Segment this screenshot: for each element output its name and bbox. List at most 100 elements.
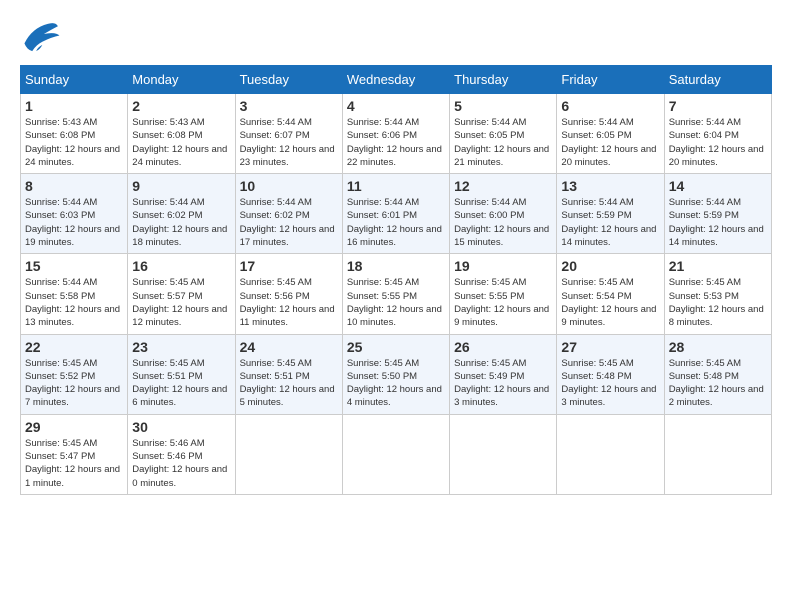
calendar-cell: 6 Sunrise: 5:44 AMSunset: 6:05 PMDayligh… bbox=[557, 94, 664, 174]
calendar-cell: 9 Sunrise: 5:44 AMSunset: 6:02 PMDayligh… bbox=[128, 174, 235, 254]
page-header bbox=[20, 20, 772, 55]
header-thursday: Thursday bbox=[450, 66, 557, 94]
calendar-cell: 19 Sunrise: 5:45 AMSunset: 5:55 PMDaylig… bbox=[450, 254, 557, 334]
header-wednesday: Wednesday bbox=[342, 66, 449, 94]
header-saturday: Saturday bbox=[664, 66, 771, 94]
calendar-header-row: SundayMondayTuesdayWednesdayThursdayFrid… bbox=[21, 66, 772, 94]
day-info: Sunrise: 5:45 AMSunset: 5:51 PMDaylight:… bbox=[132, 358, 227, 409]
day-number: 30 bbox=[132, 419, 230, 435]
day-info: Sunrise: 5:44 AMSunset: 6:05 PMDaylight:… bbox=[454, 117, 549, 168]
calendar-cell: 14 Sunrise: 5:44 AMSunset: 5:59 PMDaylig… bbox=[664, 174, 771, 254]
calendar-week-3: 15 Sunrise: 5:44 AMSunset: 5:58 PMDaylig… bbox=[21, 254, 772, 334]
day-info: Sunrise: 5:44 AMSunset: 6:05 PMDaylight:… bbox=[561, 117, 656, 168]
calendar-cell bbox=[342, 414, 449, 494]
day-info: Sunrise: 5:45 AMSunset: 5:52 PMDaylight:… bbox=[25, 358, 120, 409]
calendar-cell: 5 Sunrise: 5:44 AMSunset: 6:05 PMDayligh… bbox=[450, 94, 557, 174]
day-info: Sunrise: 5:45 AMSunset: 5:48 PMDaylight:… bbox=[561, 358, 656, 409]
day-number: 6 bbox=[561, 98, 659, 114]
calendar-cell: 23 Sunrise: 5:45 AMSunset: 5:51 PMDaylig… bbox=[128, 334, 235, 414]
day-number: 19 bbox=[454, 258, 552, 274]
day-number: 26 bbox=[454, 339, 552, 355]
calendar-week-2: 8 Sunrise: 5:44 AMSunset: 6:03 PMDayligh… bbox=[21, 174, 772, 254]
calendar-week-1: 1 Sunrise: 5:43 AMSunset: 6:08 PMDayligh… bbox=[21, 94, 772, 174]
day-info: Sunrise: 5:45 AMSunset: 5:48 PMDaylight:… bbox=[669, 358, 764, 409]
day-number: 3 bbox=[240, 98, 338, 114]
day-number: 16 bbox=[132, 258, 230, 274]
day-info: Sunrise: 5:44 AMSunset: 5:59 PMDaylight:… bbox=[561, 197, 656, 248]
day-number: 14 bbox=[669, 178, 767, 194]
day-info: Sunrise: 5:45 AMSunset: 5:55 PMDaylight:… bbox=[454, 277, 549, 328]
day-info: Sunrise: 5:45 AMSunset: 5:50 PMDaylight:… bbox=[347, 358, 442, 409]
calendar-cell: 16 Sunrise: 5:45 AMSunset: 5:57 PMDaylig… bbox=[128, 254, 235, 334]
calendar-cell: 21 Sunrise: 5:45 AMSunset: 5:53 PMDaylig… bbox=[664, 254, 771, 334]
day-info: Sunrise: 5:45 AMSunset: 5:57 PMDaylight:… bbox=[132, 277, 227, 328]
calendar-cell bbox=[235, 414, 342, 494]
day-info: Sunrise: 5:44 AMSunset: 6:00 PMDaylight:… bbox=[454, 197, 549, 248]
day-number: 4 bbox=[347, 98, 445, 114]
calendar-cell: 20 Sunrise: 5:45 AMSunset: 5:54 PMDaylig… bbox=[557, 254, 664, 334]
calendar-cell: 22 Sunrise: 5:45 AMSunset: 5:52 PMDaylig… bbox=[21, 334, 128, 414]
day-number: 27 bbox=[561, 339, 659, 355]
calendar-cell: 25 Sunrise: 5:45 AMSunset: 5:50 PMDaylig… bbox=[342, 334, 449, 414]
day-number: 25 bbox=[347, 339, 445, 355]
day-info: Sunrise: 5:43 AMSunset: 6:08 PMDaylight:… bbox=[132, 117, 227, 168]
day-info: Sunrise: 5:44 AMSunset: 6:07 PMDaylight:… bbox=[240, 117, 335, 168]
day-number: 13 bbox=[561, 178, 659, 194]
day-info: Sunrise: 5:45 AMSunset: 5:47 PMDaylight:… bbox=[25, 438, 120, 489]
header-sunday: Sunday bbox=[21, 66, 128, 94]
calendar-cell: 17 Sunrise: 5:45 AMSunset: 5:56 PMDaylig… bbox=[235, 254, 342, 334]
day-number: 28 bbox=[669, 339, 767, 355]
calendar-cell: 11 Sunrise: 5:44 AMSunset: 6:01 PMDaylig… bbox=[342, 174, 449, 254]
calendar-cell: 1 Sunrise: 5:43 AMSunset: 6:08 PMDayligh… bbox=[21, 94, 128, 174]
calendar-cell bbox=[664, 414, 771, 494]
day-number: 22 bbox=[25, 339, 123, 355]
day-number: 15 bbox=[25, 258, 123, 274]
day-info: Sunrise: 5:45 AMSunset: 5:53 PMDaylight:… bbox=[669, 277, 764, 328]
calendar-cell: 26 Sunrise: 5:45 AMSunset: 5:49 PMDaylig… bbox=[450, 334, 557, 414]
header-monday: Monday bbox=[128, 66, 235, 94]
day-info: Sunrise: 5:44 AMSunset: 6:02 PMDaylight:… bbox=[240, 197, 335, 248]
day-number: 21 bbox=[669, 258, 767, 274]
day-number: 12 bbox=[454, 178, 552, 194]
day-info: Sunrise: 5:44 AMSunset: 5:59 PMDaylight:… bbox=[669, 197, 764, 248]
day-number: 17 bbox=[240, 258, 338, 274]
calendar-cell: 3 Sunrise: 5:44 AMSunset: 6:07 PMDayligh… bbox=[235, 94, 342, 174]
calendar-cell bbox=[450, 414, 557, 494]
day-number: 18 bbox=[347, 258, 445, 274]
day-number: 29 bbox=[25, 419, 123, 435]
calendar-cell: 4 Sunrise: 5:44 AMSunset: 6:06 PMDayligh… bbox=[342, 94, 449, 174]
calendar-week-5: 29 Sunrise: 5:45 AMSunset: 5:47 PMDaylig… bbox=[21, 414, 772, 494]
calendar-cell: 29 Sunrise: 5:45 AMSunset: 5:47 PMDaylig… bbox=[21, 414, 128, 494]
calendar-table: SundayMondayTuesdayWednesdayThursdayFrid… bbox=[20, 65, 772, 495]
day-info: Sunrise: 5:44 AMSunset: 6:06 PMDaylight:… bbox=[347, 117, 442, 168]
day-info: Sunrise: 5:45 AMSunset: 5:55 PMDaylight:… bbox=[347, 277, 442, 328]
day-info: Sunrise: 5:46 AMSunset: 5:46 PMDaylight:… bbox=[132, 438, 227, 489]
calendar-cell: 12 Sunrise: 5:44 AMSunset: 6:00 PMDaylig… bbox=[450, 174, 557, 254]
calendar-cell: 27 Sunrise: 5:45 AMSunset: 5:48 PMDaylig… bbox=[557, 334, 664, 414]
calendar-cell: 8 Sunrise: 5:44 AMSunset: 6:03 PMDayligh… bbox=[21, 174, 128, 254]
calendar-week-4: 22 Sunrise: 5:45 AMSunset: 5:52 PMDaylig… bbox=[21, 334, 772, 414]
day-number: 20 bbox=[561, 258, 659, 274]
calendar-cell: 28 Sunrise: 5:45 AMSunset: 5:48 PMDaylig… bbox=[664, 334, 771, 414]
day-info: Sunrise: 5:44 AMSunset: 6:03 PMDaylight:… bbox=[25, 197, 120, 248]
day-info: Sunrise: 5:44 AMSunset: 6:02 PMDaylight:… bbox=[132, 197, 227, 248]
day-number: 11 bbox=[347, 178, 445, 194]
header-tuesday: Tuesday bbox=[235, 66, 342, 94]
day-number: 5 bbox=[454, 98, 552, 114]
calendar-cell: 30 Sunrise: 5:46 AMSunset: 5:46 PMDaylig… bbox=[128, 414, 235, 494]
day-info: Sunrise: 5:44 AMSunset: 6:04 PMDaylight:… bbox=[669, 117, 764, 168]
day-number: 2 bbox=[132, 98, 230, 114]
day-info: Sunrise: 5:45 AMSunset: 5:54 PMDaylight:… bbox=[561, 277, 656, 328]
day-info: Sunrise: 5:43 AMSunset: 6:08 PMDaylight:… bbox=[25, 117, 120, 168]
day-number: 1 bbox=[25, 98, 123, 114]
logo bbox=[20, 20, 66, 55]
calendar-cell: 2 Sunrise: 5:43 AMSunset: 6:08 PMDayligh… bbox=[128, 94, 235, 174]
day-info: Sunrise: 5:45 AMSunset: 5:51 PMDaylight:… bbox=[240, 358, 335, 409]
day-number: 24 bbox=[240, 339, 338, 355]
day-number: 8 bbox=[25, 178, 123, 194]
day-info: Sunrise: 5:45 AMSunset: 5:56 PMDaylight:… bbox=[240, 277, 335, 328]
day-number: 10 bbox=[240, 178, 338, 194]
day-info: Sunrise: 5:45 AMSunset: 5:49 PMDaylight:… bbox=[454, 358, 549, 409]
logo-icon bbox=[20, 20, 60, 55]
header-friday: Friday bbox=[557, 66, 664, 94]
